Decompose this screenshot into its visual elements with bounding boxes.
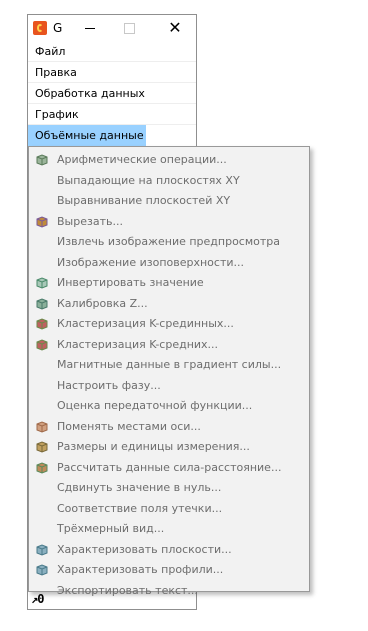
minimize-icon (85, 27, 95, 29)
invert-icon (36, 277, 48, 289)
dropdown-item[interactable]: Характеризовать плоскости... (29, 540, 309, 561)
close-icon: ✕ (168, 18, 182, 37)
kmeans-icon (36, 338, 48, 351)
title-bar: G ✕ (28, 15, 196, 41)
dropdown-item[interactable]: Арифметические операции... (29, 150, 309, 171)
dropdown-item-label: Извлечь изображение предпросмотра (57, 235, 281, 248)
swap-axes-icon (36, 420, 48, 433)
maximize-button[interactable] (119, 18, 139, 38)
close-button[interactable]: ✕ (165, 18, 185, 38)
menu-edit[interactable]: Правка (28, 62, 196, 83)
dropdown-item[interactable]: Выравнивание плоскостей XY (29, 191, 309, 212)
cut-volume-icon (36, 215, 48, 228)
dropdown-item[interactable]: Размеры и единицы измерения... (29, 437, 309, 458)
dropdown-item-label: Арифметические операции... (57, 153, 227, 166)
dropdown-item[interactable]: Инвертировать значение (29, 273, 309, 294)
dropdown-item[interactable]: Выпадающие на плоскостях XY (29, 171, 309, 192)
menu-file[interactable]: Файл (28, 41, 196, 62)
dropdown-item[interactable]: Сдвинуть значение в нуль... (29, 478, 309, 499)
dropdown-item-label: Поменять местами оси... (57, 419, 201, 433)
force-distance-icon (36, 461, 48, 474)
dropdown-item-label: Характеризовать профили... (57, 563, 224, 576)
dropdown-item[interactable]: Вырезать... (29, 212, 309, 233)
dropdown-item-label: Настроить фазу... (57, 378, 161, 392)
dropdown-item-label: Размеры и единицы измерения... (57, 440, 250, 453)
dropdown-item-label: Инвертировать значение (57, 276, 204, 289)
dropdown-item[interactable]: Кластеризация K-средних... (29, 335, 309, 356)
dropdown-item[interactable]: Настроить фазу... (29, 376, 309, 397)
dropdown-item-label: Выравнивание плоскостей XY (57, 194, 231, 207)
menu-bar: Файл Правка Обработка данных График Объё… (28, 41, 196, 146)
dropdown-item[interactable]: Магнитные данные в градиент силы... (29, 355, 309, 376)
dropdown-item[interactable]: Извлечь изображение предпросмотра (29, 232, 309, 253)
dropdown-item-label: Вырезать... (57, 214, 123, 228)
dropdown-item-label: Рассчитать данные сила-расстояние... (57, 460, 282, 474)
dropdown-item-label: Оценка передаточной функции... (57, 399, 253, 412)
maximize-icon (123, 22, 135, 34)
app-logo-icon (33, 21, 47, 35)
dropdown-item-label: Кластеризация K-средних... (57, 337, 219, 351)
dropdown-item-label: Трёхмерный вид... (57, 522, 165, 535)
dropdown-item-label: Магнитные данные в градиент силы... (57, 358, 282, 371)
dimensions-icon (36, 441, 48, 453)
dropdown-item[interactable]: Экспортировать текст... (29, 581, 309, 602)
dropdown-item-label: Изображение изоповерхности... (57, 255, 245, 269)
dropdown-item-label: Характеризовать плоскости... (57, 542, 232, 556)
dropdown-item-label: Экспортировать текст... (57, 583, 198, 597)
volume-data-dropdown: Арифметические операции... Выпадающие на … (28, 146, 310, 597)
menu-volume-data[interactable]: Объёмные данные (28, 125, 146, 146)
dropdown-item-label: Выпадающие на плоскостях XY (57, 173, 240, 187)
dropdown-item-label: Соответствие поля утечки... (57, 501, 223, 515)
arithmetic-icon (36, 154, 48, 166)
characterize-planes-icon (36, 543, 48, 556)
dropdown-item[interactable]: Кластеризация K-срединных... (29, 314, 309, 335)
dropdown-item[interactable]: Калибровка Z... (29, 294, 309, 315)
characterize-profiles-icon (36, 564, 48, 576)
kmedians-icon (36, 318, 48, 330)
minimize-button[interactable] (80, 18, 100, 38)
menu-graph[interactable]: График (28, 104, 196, 125)
dropdown-item[interactable]: Поменять местами оси... (29, 417, 309, 438)
dropdown-item[interactable]: Рассчитать данные сила-расстояние... (29, 458, 309, 479)
dropdown-item-label: Сдвинуть значение в нуль... (57, 481, 222, 494)
dropdown-item[interactable]: Оценка передаточной функции... (29, 396, 309, 417)
dropdown-item[interactable]: Трёхмерный вид... (29, 519, 309, 540)
dropdown-item-label: Калибровка Z... (57, 296, 148, 310)
dropdown-item[interactable]: Соответствие поля утечки... (29, 499, 309, 520)
dropdown-item[interactable]: Характеризовать профили... (29, 560, 309, 581)
dropdown-item-label: Кластеризация K-срединных... (57, 317, 234, 330)
menu-data-processing[interactable]: Обработка данных (28, 83, 196, 104)
dropdown-item[interactable]: Изображение изоповерхности... (29, 253, 309, 274)
calibration-icon (36, 297, 48, 310)
window-title: G (53, 21, 63, 35)
